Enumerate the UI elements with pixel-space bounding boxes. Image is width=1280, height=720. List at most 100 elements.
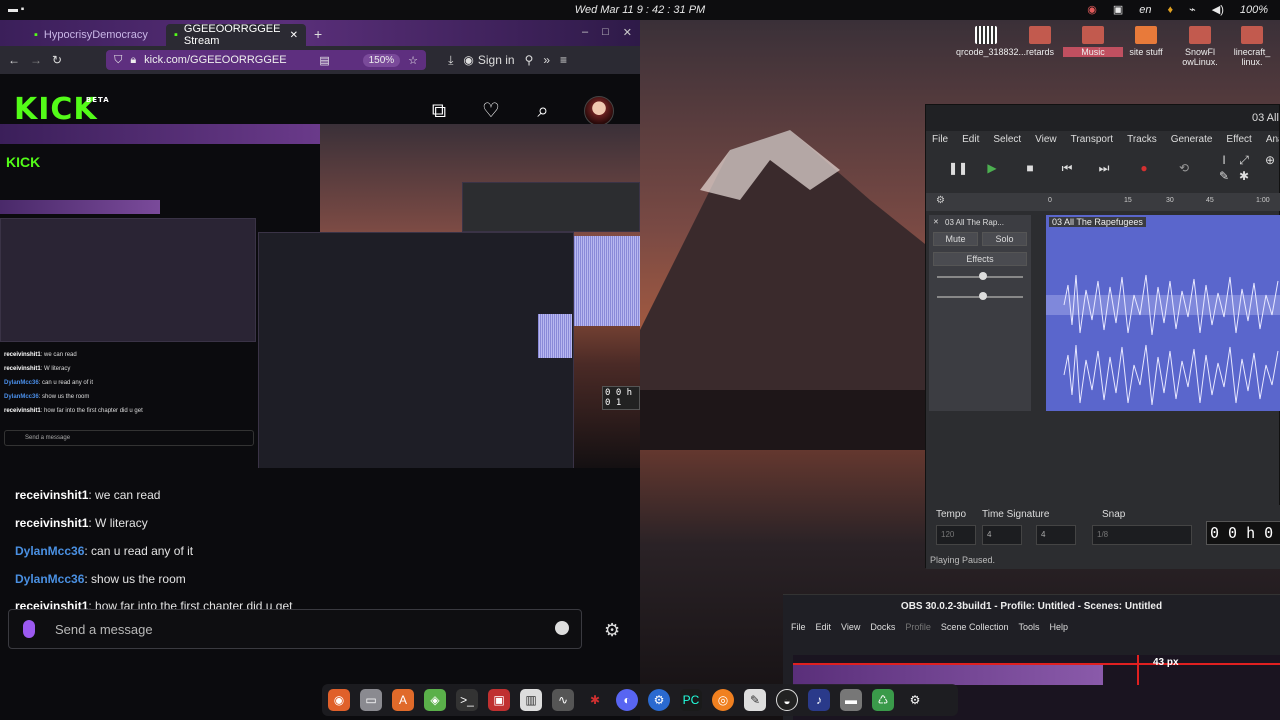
time-readout[interactable]: 0 0 h 0 1 (1206, 521, 1280, 545)
kick-logo[interactable]: KICK BETA (14, 92, 109, 127)
chat-settings-gear-icon[interactable]: ⚙ (604, 620, 620, 641)
monitor-icon[interactable]: ∿ (552, 689, 574, 711)
obs-icon[interactable]: ◒ (776, 689, 798, 711)
chat-username[interactable]: DylanMcc36 (15, 544, 84, 558)
snap-label[interactable]: Snap (1092, 509, 1125, 520)
search-icon[interactable]: ⌕ (532, 100, 554, 122)
browse-icon[interactable]: ⧉ (428, 100, 450, 122)
following-heart-icon[interactable]: ♡ (480, 100, 502, 122)
chat-username[interactable]: receivinshit1 (15, 516, 88, 530)
extensions-icon[interactable]: ⚲ (525, 53, 534, 67)
hamburger-menu-icon[interactable]: ≡ (560, 53, 567, 67)
obs-menu-docks[interactable]: Docks (870, 619, 895, 635)
files-icon[interactable]: ▭ (360, 689, 382, 711)
lock-icon[interactable]: 🔒︎ (130, 54, 136, 67)
tab-ggeeoorrggee-stream[interactable]: ▪ GGEEOORRGGEE Stream ✕ (166, 23, 306, 47)
track-name[interactable]: 03 All The Rap... (929, 215, 1031, 230)
solo-button[interactable]: Solo (982, 232, 1027, 246)
menu-analyze[interactable]: Analyze (1266, 131, 1279, 149)
microphone-icon[interactable] (23, 620, 35, 638)
language-indicator[interactable]: en (1139, 4, 1151, 16)
selection-tool-icon[interactable]: I (1216, 153, 1232, 167)
zoom-in-icon[interactable]: ⊕ (1262, 153, 1278, 167)
pycharm-icon[interactable]: PC (680, 689, 702, 711)
network-icon[interactable]: ⌁ (1189, 3, 1196, 16)
audio-waveform[interactable]: 03 All The Rapefugees (1046, 215, 1280, 411)
downloads-icon[interactable]: ⤓ (448, 53, 453, 68)
obs-menu-scene-collection[interactable]: Scene Collection (941, 619, 1009, 635)
trash-icon[interactable]: ♺ (872, 689, 894, 711)
firefox-icon[interactable]: ◉ (328, 689, 350, 711)
audacity-icon[interactable]: ♪ (808, 689, 830, 711)
record-icon[interactable]: ● (1136, 161, 1152, 175)
microphone-icon[interactable]: ♦ (1167, 4, 1173, 16)
effects-button[interactable]: Effects (933, 252, 1027, 266)
obs-menu-edit[interactable]: Edit (816, 619, 832, 635)
tempo-field[interactable]: 120 (936, 525, 976, 545)
drive-icon[interactable]: ▬ (840, 689, 862, 711)
screenshot-icon[interactable]: ▣ (488, 689, 510, 711)
menu-generate[interactable]: Generate (1171, 131, 1213, 149)
reader-view-icon[interactable]: ▤ (319, 54, 329, 67)
sign-in-button[interactable]: ◉ Sign in (463, 53, 514, 67)
draw-tool-icon[interactable]: ✎ (1216, 169, 1232, 183)
obs-menu-view[interactable]: View (841, 619, 860, 635)
gaming-icon[interactable]: ◈ (424, 689, 446, 711)
tab-hypocrisydemocracy[interactable]: ▪ HypocrisyDemocracy (26, 24, 166, 46)
pan-slider[interactable] (937, 292, 1023, 300)
menu-transport[interactable]: Transport (1071, 131, 1113, 149)
new-tab-icon[interactable]: + (306, 22, 330, 46)
shield-icon[interactable]: ⛉ (114, 54, 122, 67)
back-icon[interactable]: ← (8, 53, 20, 67)
mute-button[interactable]: Mute (933, 232, 978, 246)
blender-icon[interactable]: ◎ (712, 689, 734, 711)
chat-username[interactable]: DylanMcc36 (15, 572, 84, 586)
desktop-icon-music[interactable]: Music (1063, 26, 1123, 57)
desktop-icon-snowflowlinux[interactable]: SnowFl owLinux. (1170, 26, 1230, 67)
emoji-picker-icon[interactable] (555, 621, 569, 635)
notification-icon[interactable]: ◉ (1087, 3, 1097, 16)
volume-icon[interactable]: ◀) (1212, 3, 1224, 16)
software-store-icon[interactable]: A (392, 689, 414, 711)
terminal-icon[interactable]: >_ (456, 689, 478, 711)
user-avatar[interactable] (584, 96, 614, 126)
reload-icon[interactable]: ↻ (52, 53, 62, 67)
time-signature-denominator[interactable]: 4 (1036, 525, 1076, 545)
minimize-icon[interactable]: – (582, 26, 588, 39)
gain-slider[interactable] (937, 272, 1023, 280)
chat-username[interactable]: receivinshit1 (15, 488, 88, 502)
forward-icon[interactable]: → (30, 53, 42, 67)
steam-icon[interactable]: ⚙ (648, 689, 670, 711)
obs-menu-tools[interactable]: Tools (1018, 619, 1039, 635)
timeline-ruler[interactable]: ⚙ 0 15 30 45 1:00 (926, 193, 1280, 211)
clip-name[interactable]: 03 All The Rapefugees (1049, 217, 1146, 227)
ruler-gear-icon[interactable]: ⚙ (936, 195, 945, 206)
obs-menu-profile[interactable]: Profile (905, 619, 931, 635)
envelope-tool-icon[interactable]: ⤢ (1236, 153, 1252, 167)
discord-icon[interactable]: ◐ (616, 689, 638, 711)
skip-end-icon[interactable]: ⏭︎ (1096, 161, 1112, 175)
close-window-icon[interactable]: ✕ (623, 26, 632, 39)
bookmark-star-icon[interactable]: ☆ (408, 54, 418, 67)
chat-message-input[interactable]: Send a message (8, 609, 582, 649)
play-icon[interactable]: ▶ (984, 161, 1000, 175)
snap-dropdown[interactable]: 1/8 (1092, 525, 1192, 545)
discord-icon[interactable]: ▣ (1113, 3, 1123, 16)
menu-tracks[interactable]: Tracks (1127, 131, 1157, 149)
desktop-icon-linecraft[interactable]: linecraft_ linux. (1222, 26, 1280, 67)
desktop-icon-qrcode[interactable]: qrcode_318832... (956, 26, 1026, 57)
pause-icon[interactable]: ❚❚ (948, 161, 968, 175)
maximize-icon[interactable]: □ (602, 26, 609, 39)
menu-edit[interactable]: Edit (962, 131, 979, 149)
close-tab-icon[interactable]: ✕ (290, 30, 298, 41)
desktop-icon-retards[interactable]: retards (1010, 26, 1070, 57)
menu-select[interactable]: Select (993, 131, 1021, 149)
loop-icon[interactable]: ⟲ (1176, 161, 1192, 175)
menu-effect[interactable]: Effect (1226, 131, 1251, 149)
stream-video-player[interactable]: KICK receivinshit1: we can read receivin… (0, 124, 640, 468)
settings-icon[interactable]: ⚙ (904, 689, 926, 711)
url-text[interactable]: kick.com/GGEEOORRGGEE (144, 54, 286, 66)
overflow-icon[interactable]: » (543, 53, 550, 67)
zoom-level[interactable]: 150% (362, 53, 401, 67)
image-editor-icon[interactable]: ▥ (520, 689, 542, 711)
